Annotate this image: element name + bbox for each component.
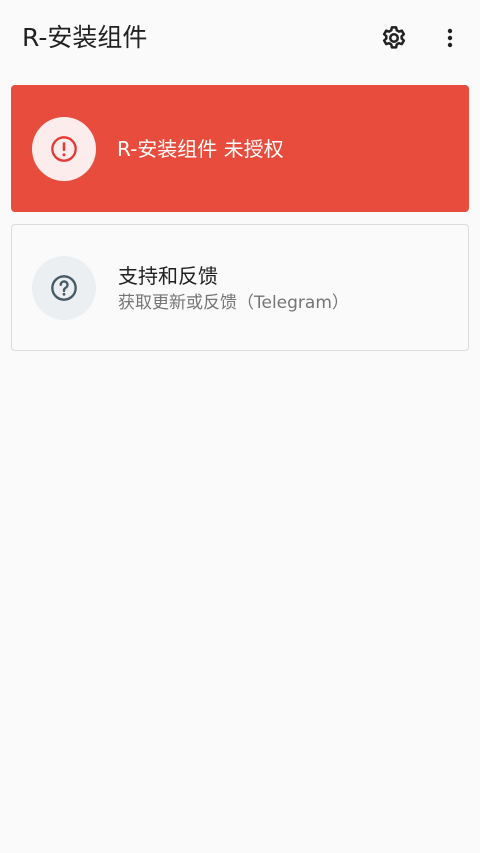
help-circle-icon [51, 275, 77, 301]
support-subtitle: 获取更新或反馈（Telegram） [118, 293, 349, 313]
support-card[interactable]: 支持和反馈 获取更新或反馈（Telegram） [11, 224, 469, 351]
settings-button[interactable] [374, 18, 414, 58]
support-icon-circle [32, 256, 96, 320]
status-icon-circle [32, 117, 96, 181]
status-text: R-安装组件 未授权 [117, 137, 284, 161]
alert-circle-icon [51, 136, 77, 162]
status-card[interactable]: R-安装组件 未授权 [11, 85, 469, 212]
app-title: R-安装组件 [22, 23, 148, 52]
app-bar: R-安装组件 [0, 0, 480, 76]
gear-icon [382, 26, 406, 49]
more-vert-icon [447, 28, 453, 48]
more-options-button[interactable] [430, 18, 470, 58]
support-title: 支持和反馈 [118, 264, 218, 288]
